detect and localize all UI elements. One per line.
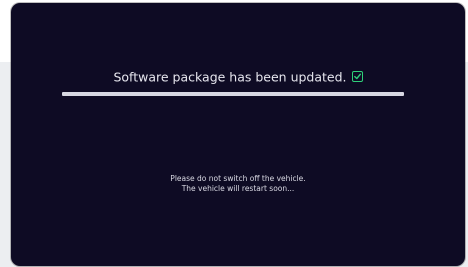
progress-bar <box>62 92 404 96</box>
notice-line-2: The vehicle will restart soon... <box>181 184 295 193</box>
status-message: Software package has been updated. <box>113 69 347 85</box>
checkbox-checked-icon <box>351 71 363 82</box>
notice-line-1: Please do not switch off the vehicle. <box>170 174 306 183</box>
notice-text: Please do not switch off the vehicle. Th… <box>11 174 465 194</box>
update-panel: Software package has been updated. Pleas… <box>11 3 465 266</box>
progress-bar-fill <box>62 92 404 96</box>
status-line: Software package has been updated. <box>11 68 465 87</box>
